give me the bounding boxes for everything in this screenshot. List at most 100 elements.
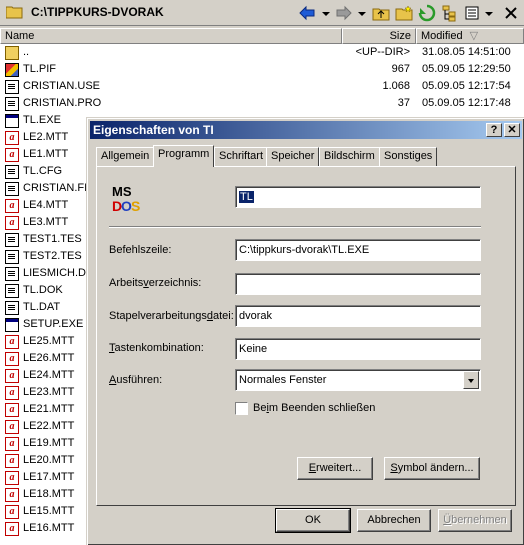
tab-schriftart[interactable]: Schriftart <box>214 147 269 166</box>
file-doc-icon <box>5 80 19 94</box>
separator <box>109 226 481 228</box>
file-name: TL.PIF <box>23 63 57 75</box>
file-pdf-icon: a <box>5 488 19 502</box>
file-pdf-icon: a <box>5 369 19 383</box>
refresh-icon[interactable] <box>418 4 436 22</box>
file-name: LIESMICH.D <box>23 267 86 279</box>
column-modified[interactable]: Modified ▽ <box>416 28 524 44</box>
change-icon-button[interactable]: Symbol ändern... <box>384 457 480 480</box>
tree-view-icon[interactable] <box>441 4 459 22</box>
column-name[interactable]: Name <box>0 28 342 44</box>
tab-speicher[interactable]: Speicher <box>266 147 320 166</box>
file-list-header: Name Size Modified ▽ <box>0 28 524 44</box>
file-size: <UP--DIR> <box>355 46 410 58</box>
file-name: CRISTIAN.PRO <box>23 97 102 109</box>
file-pdf-icon: a <box>5 471 19 485</box>
file-size: 967 <box>391 63 410 75</box>
svg-text:S: S <box>131 198 140 214</box>
file-pdf-icon: a <box>5 335 19 349</box>
file-row[interactable]: .. <UP--DIR> 31.08.05 14:51:00 <box>0 44 524 61</box>
file-name: LE25.MTT <box>23 335 75 347</box>
file-name: .. <box>23 46 30 58</box>
close-on-exit-label[interactable]: Beim Beenden schließen <box>253 402 375 414</box>
up-folder-icon[interactable] <box>372 4 390 22</box>
forward-arrow-icon[interactable] <box>335 4 353 22</box>
file-doc-icon <box>5 97 19 111</box>
file-name: TL.EXE <box>23 114 61 126</box>
column-size[interactable]: Size <box>342 28 416 44</box>
file-row[interactable]: CRISTIAN.PRO 37 05.09.05 12:17:48 <box>0 95 524 112</box>
new-folder-icon[interactable] <box>395 4 413 22</box>
tab-bildschirm[interactable]: Bildschirm <box>319 147 380 166</box>
close-icon[interactable] <box>502 4 520 22</box>
file-doc-icon <box>5 267 19 281</box>
file-name: LE23.MTT <box>23 386 75 398</box>
column-modified-label: Modified <box>421 30 463 42</box>
file-name: TEST2.TES <box>23 250 82 262</box>
file-size: 1.068 <box>382 80 410 92</box>
tab-panel-programm <box>96 166 516 506</box>
file-pdf-icon: a <box>5 505 19 519</box>
current-path: C:\TIPPKURS-DVORAK <box>31 5 164 19</box>
file-name: LE18.MTT <box>23 488 75 500</box>
file-pdf-icon: a <box>5 386 19 400</box>
working-dir-field[interactable] <box>235 273 481 295</box>
file-name: LE15.MTT <box>23 505 75 517</box>
command-line-field[interactable]: C:\tippkurs-dvorak\TL.EXE <box>235 239 481 261</box>
advanced-button[interactable]: Erweitert... <box>297 457 373 480</box>
back-dropdown-icon[interactable] <box>320 4 332 22</box>
file-row[interactable]: CRISTIAN.USE 1.068 05.09.05 12:17:54 <box>0 78 524 95</box>
file-pdf-icon: a <box>5 148 19 162</box>
file-modified: 31.08.05 14:51:00 <box>422 46 511 58</box>
run-label: Ausführen: <box>109 374 163 386</box>
working-dir-label: Arbeitsverzeichnis: <box>109 277 202 289</box>
file-pdf-icon: a <box>5 131 19 145</box>
dialog-close-button[interactable]: ✕ <box>504 123 520 137</box>
file-pdf-icon: a <box>5 352 19 366</box>
properties-dialog: Eigenschaften von TI ? ✕ Allgemein Progr… <box>86 117 524 545</box>
file-name: LE24.MTT <box>23 369 75 381</box>
file-modified: 05.09.05 12:17:48 <box>422 97 511 109</box>
msdos-logo-icon: MS D O S <box>112 184 140 214</box>
cancel-button[interactable]: Abbrechen <box>357 509 431 532</box>
view-dropdown-icon[interactable] <box>483 4 495 22</box>
run-select[interactable]: Normales Fenster <box>235 369 481 391</box>
dialog-title: Eigenschaften von TI <box>93 123 214 137</box>
apply-button[interactable]: Übernehmen <box>438 509 512 532</box>
svg-text:MS: MS <box>112 184 132 199</box>
tab-allgemein[interactable]: Allgemein <box>96 147 155 166</box>
file-row[interactable]: TL.PIF 967 05.09.05 12:29:50 <box>0 61 524 78</box>
file-pdf-icon: a <box>5 437 19 451</box>
file-name: LE19.MTT <box>23 437 75 449</box>
view-menu-icon[interactable] <box>463 4 481 22</box>
file-doc-icon <box>5 182 19 196</box>
file-name: LE3.MTT <box>23 216 69 228</box>
file-pif-icon <box>5 63 19 77</box>
run-select-value: Normales Fenster <box>239 374 327 386</box>
file-name: TL.DOK <box>23 284 63 296</box>
hotkey-field[interactable]: Keine <box>235 338 481 360</box>
program-name-field[interactable]: TL <box>235 186 481 208</box>
file-name: LE26.MTT <box>23 352 75 364</box>
file-name: LE2.MTT <box>23 131 69 143</box>
file-size: 37 <box>397 97 410 109</box>
back-arrow-icon[interactable] <box>298 4 316 22</box>
tab-programm[interactable]: Programm <box>153 145 215 167</box>
help-button[interactable]: ? <box>486 123 502 137</box>
run-dropdown-arrow-icon[interactable] <box>463 371 479 389</box>
sort-descending-icon: ▽ <box>469 30 479 42</box>
dialog-titlebar[interactable]: Eigenschaften von TI ? ✕ <box>90 121 522 139</box>
ok-button[interactable]: OK <box>275 508 351 533</box>
batch-file-field[interactable]: dvorak <box>235 305 481 327</box>
forward-dropdown-icon[interactable] <box>356 4 368 22</box>
file-name: LE20.MTT <box>23 454 75 466</box>
file-name: TEST1.TES <box>23 233 82 245</box>
file-modified: 05.09.05 12:29:50 <box>422 63 511 75</box>
file-name: LE16.MTT <box>23 522 75 534</box>
close-on-exit-checkbox[interactable] <box>235 402 248 415</box>
file-name: LE22.MTT <box>23 420 75 432</box>
folder-icon <box>6 6 23 19</box>
file-manager-toolbar: C:\TIPPKURS-DVORAK <box>0 0 524 26</box>
tab-sonstiges[interactable]: Sonstiges <box>379 147 438 166</box>
batch-file-label: Stapelverarbeitungsdatei: <box>109 310 234 322</box>
